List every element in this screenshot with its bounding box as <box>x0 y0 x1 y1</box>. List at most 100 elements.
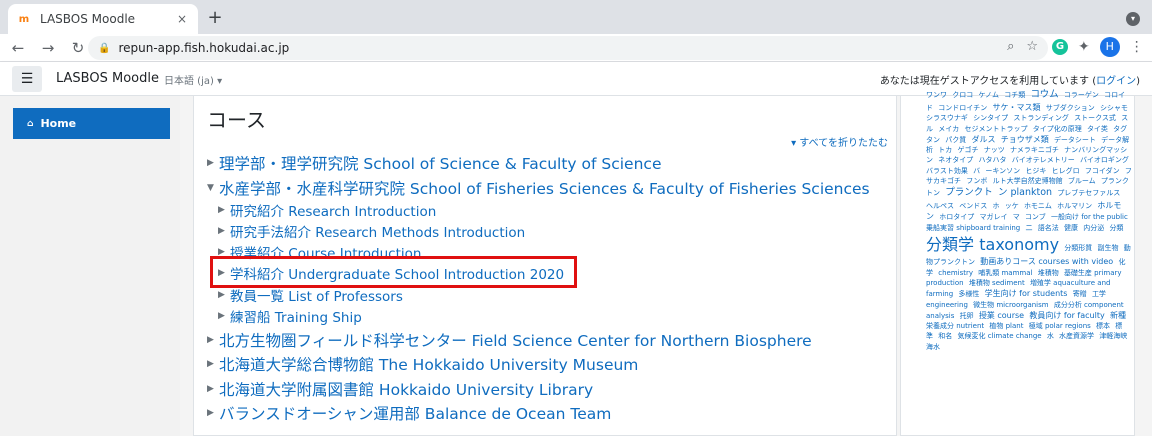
expand-arrow-icon[interactable]: ▶ <box>218 290 228 300</box>
tag-link[interactable]: プレブテセファルス <box>1057 189 1120 197</box>
grammarly-extension-icon[interactable]: G <box>1052 39 1068 55</box>
tag-link[interactable]: 新種 <box>1110 311 1126 320</box>
tag-link[interactable]: シラスウナギ <box>926 114 968 122</box>
tag-link[interactable]: 増殖学 aquaculture and <box>1030 279 1111 287</box>
tag-link[interactable]: コロイ <box>1104 91 1125 99</box>
tag-link[interactable]: 堆積物 sediment <box>969 279 1025 287</box>
tag-link[interactable]: タン <box>926 136 940 144</box>
tag-link[interactable]: 分類形質 <box>1064 244 1092 252</box>
expand-arrow-icon[interactable]: ▶ <box>207 335 217 345</box>
tag-link[interactable]: 水産資源学 <box>1059 332 1094 340</box>
tag-link[interactable]: パク質 <box>945 136 966 144</box>
category-university-museum[interactable]: ▶ 北海道大学総合博物館 The Hokkaido University Mus… <box>207 353 638 375</box>
reload-icon[interactable]: ↻ <box>66 36 90 60</box>
tag-link[interactable]: 成分分析 component <box>1054 301 1124 309</box>
tag-link[interactable]: 教員向け for faculty <box>1029 311 1104 320</box>
zoom-icon[interactable]: ⌕ <box>1007 39 1014 54</box>
tag-link[interactable]: コチ類 <box>1004 91 1025 99</box>
tag-link[interactable]: chemistry <box>938 269 973 277</box>
drawer-toggle-hamburger-icon[interactable]: ☰ <box>12 66 42 92</box>
tag-link[interactable]: 乗船実習 shipboard training <box>926 224 1020 232</box>
tag-link[interactable]: ホ <box>992 202 999 210</box>
tag-link[interactable]: 寄贈 <box>1073 290 1087 298</box>
subcategory-research-methods[interactable]: ▶ 研究手法紹介 Research Methods Introduction <box>218 221 525 241</box>
tag-link[interactable]: バイオテレメトリー <box>1012 156 1075 164</box>
tag-link[interactable]: production <box>926 279 964 287</box>
tag-link[interactable]: バイオロギング <box>1080 156 1129 164</box>
tag-link[interactable]: 副生物 <box>1098 244 1119 252</box>
category-fisheries[interactable]: ▼ 水産学部・水産科学研究院 School of Fisheries Scien… <box>207 177 870 199</box>
category-field-science-center[interactable]: ▶ 北方生物圏フィールド科学センター Field Science Center … <box>207 329 812 351</box>
tag-link[interactable]: コンブ <box>1025 213 1046 221</box>
category-university-library[interactable]: ▶ 北海道大学附属図書館 Hokkaido University Library <box>207 378 593 400</box>
category-label[interactable]: 教員一覧 List of Professors <box>230 285 403 305</box>
forward-icon[interactable]: → <box>36 36 60 60</box>
tag-link[interactable]: ネオタイプ <box>938 156 973 164</box>
tag-link[interactable]: 二 <box>1026 224 1033 232</box>
expand-arrow-icon[interactable]: ▶ <box>207 359 217 369</box>
tag-link[interactable]: ブルーム <box>1068 177 1096 185</box>
tag-link[interactable]: ド <box>926 104 933 112</box>
tab-search-icon[interactable]: ▾ <box>1126 12 1140 26</box>
tag-link[interactable]: 動画ありコース courses with video <box>980 257 1113 266</box>
tag-link[interactable]: ヒジキ <box>1025 167 1046 175</box>
tag-link[interactable]: データシート <box>1054 136 1096 144</box>
browser-menu-icon[interactable]: ⋮ <box>1130 39 1144 55</box>
tag-link[interactable]: コラーゲン <box>1064 91 1099 99</box>
tag-link[interactable]: プランクト <box>945 187 993 198</box>
category-balance-de-ocean[interactable]: ▶ バランスドオーシャン運用部 Balance de Ocean Team <box>207 402 611 424</box>
category-science[interactable]: ▶ 理学部・理学研究院 School of Science & Faculty … <box>207 152 661 174</box>
tag-link[interactable]: ホルマリン <box>1057 202 1092 210</box>
language-menu[interactable]: 日本語 (ja) ▾ <box>164 72 222 87</box>
tag-link[interactable]: ーキンソン <box>985 167 1020 175</box>
expand-arrow-icon[interactable]: ▶ <box>218 205 228 215</box>
category-label[interactable]: 理学部・理学研究院 School of Science & Faculty of… <box>219 152 661 174</box>
tag-link[interactable]: シシャモ <box>1100 104 1128 112</box>
expand-arrow-icon[interactable]: ▶ <box>207 158 217 168</box>
url-text[interactable]: repun-app.fish.hokudai.ac.jp <box>118 41 289 55</box>
tag-link[interactable]: ケノム <box>978 91 999 99</box>
category-label[interactable]: 北方生物圏フィールド科学センター Field Science Center fo… <box>219 329 812 351</box>
tag-link[interactable]: セジメントトラップ <box>964 125 1027 133</box>
tag-link[interactable]: タイ类 <box>1087 125 1108 133</box>
tag-link[interactable]: ヘルペス <box>926 202 954 210</box>
tag-link[interactable]: 多様性 <box>958 290 979 298</box>
tag-link[interactable]: 津軽海峡 <box>1099 332 1127 340</box>
tag-link[interactable]: ワンワ <box>926 91 947 99</box>
tag-link[interactable]: 托卵 <box>960 312 974 320</box>
tag-link[interactable]: 分類 <box>1109 224 1123 232</box>
category-label[interactable]: 北海道大学附属図書館 Hokkaido University Library <box>219 378 593 400</box>
tag-link[interactable]: ン plankton <box>998 187 1052 198</box>
tag-link[interactable]: 分類学 <box>926 235 974 254</box>
tag-link[interactable]: ヒレグロ <box>1052 167 1080 175</box>
category-label[interactable]: 練習船 Training Ship <box>230 306 362 326</box>
tag-link[interactable]: 標本 <box>1096 322 1110 330</box>
category-label[interactable]: 研究紹介 Research Introduction <box>230 200 436 220</box>
lock-icon[interactable]: 🔒 <box>98 43 110 54</box>
tag-link[interactable]: ホモニム <box>1024 202 1052 210</box>
tag-link[interactable]: ストランディング <box>1013 114 1069 122</box>
tag-link[interactable]: 堆積物 <box>1038 269 1059 277</box>
tag-link[interactable]: engineering <box>926 301 968 309</box>
expand-arrow-icon[interactable]: ▶ <box>207 408 217 418</box>
tag-link[interactable]: マガレイ <box>979 213 1007 221</box>
tag-link[interactable]: トカ <box>938 146 952 154</box>
tag-link[interactable]: ナメラキニゴチ <box>1010 146 1059 154</box>
tag-link[interactable]: 植物 plant <box>989 322 1023 330</box>
tag-link[interactable]: ハタハタ <box>978 156 1006 164</box>
tag-link[interactable]: ルト大学自然史博物館 <box>993 177 1063 185</box>
drawer-home-item[interactable]: ⌂ Home <box>13 108 170 139</box>
tag-link[interactable]: 工学 <box>1092 290 1106 298</box>
tag-link[interactable]: バ <box>973 167 980 175</box>
tag-link[interactable]: 学生向け for students <box>985 289 1068 298</box>
tag-link[interactable]: 健康 <box>1064 224 1078 232</box>
subcategory-list-of-professors[interactable]: ▶ 教員一覧 List of Professors <box>218 285 403 305</box>
tag-link[interactable]: 極域 polar regions <box>1029 322 1091 330</box>
tag-link[interactable]: チョウザメ類 <box>1001 135 1049 144</box>
tag-link[interactable]: 水 <box>1047 332 1054 340</box>
tag-link[interactable]: バラスト効果 <box>926 167 968 175</box>
expand-arrow-icon[interactable]: ▶ <box>207 384 217 394</box>
new-tab-button[interactable]: + <box>206 9 224 27</box>
subcategory-research-introduction[interactable]: ▶ 研究紹介 Research Introduction <box>218 200 436 220</box>
tag-link[interactable]: シンタイプ <box>973 114 1008 122</box>
